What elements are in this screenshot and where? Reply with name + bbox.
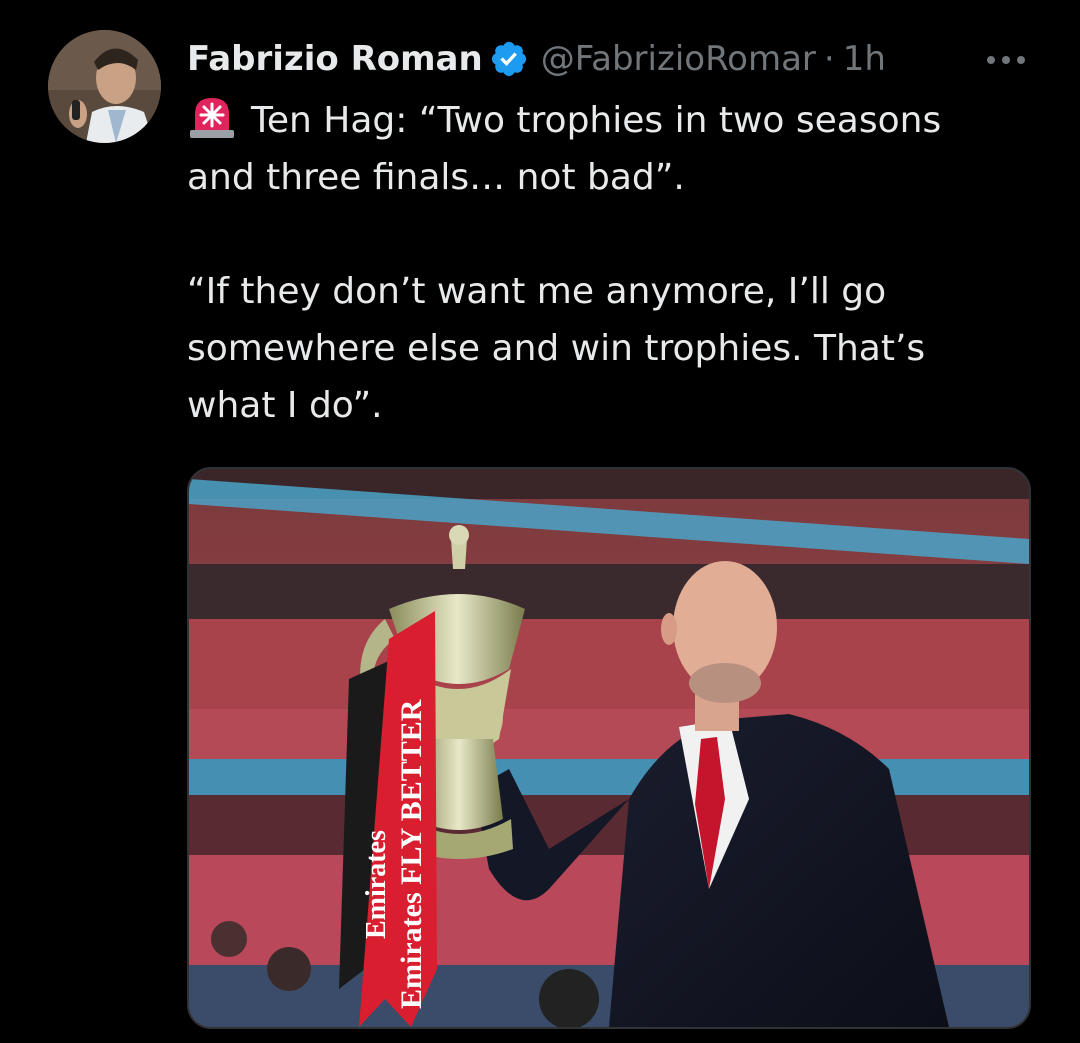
paragraph-1: Ten Hag: “Two trophies in two seasons an… (187, 92, 1047, 206)
text-line-1: Ten Hag: “Two trophies in two seasons (251, 100, 942, 141)
text-line-4: somewhere else and win trophies. That’s (187, 328, 926, 369)
avatar[interactable] (48, 30, 161, 143)
tweet[interactable]: Fabrizio Roman @FabrizioRomar · 1h Ten H… (0, 0, 1080, 1043)
paragraph-2: “If they don’t want me anymore, I’ll go … (187, 263, 1047, 434)
ribbon-text-2: Emirates (361, 830, 392, 939)
tweet-photo[interactable]: Emirates FLY BETTER Emirates (187, 467, 1031, 1029)
ribbon-text-1: Emirates FLY BETTER (395, 699, 428, 1009)
separator-dot: · (823, 39, 835, 79)
author-handle[interactable]: @FabrizioRomar (541, 36, 816, 82)
author-name[interactable]: Fabrizio Roman (187, 36, 483, 82)
verified-badge-icon[interactable] (489, 39, 529, 79)
text-line-3: “If they don’t want me anymore, I’ll go (187, 271, 887, 312)
siren-emoji-icon (187, 94, 237, 140)
text-line-2: and three finals… not bad”. (187, 157, 685, 198)
more-icon[interactable] (984, 50, 1028, 70)
tweet-text: Ten Hag: “Two trophies in two seasons an… (187, 92, 1047, 434)
text-line-5: what I do”. (187, 385, 383, 426)
timestamp[interactable]: 1h (843, 36, 886, 82)
tweet-header: Fabrizio Roman @FabrizioRomar · 1h (187, 36, 886, 82)
